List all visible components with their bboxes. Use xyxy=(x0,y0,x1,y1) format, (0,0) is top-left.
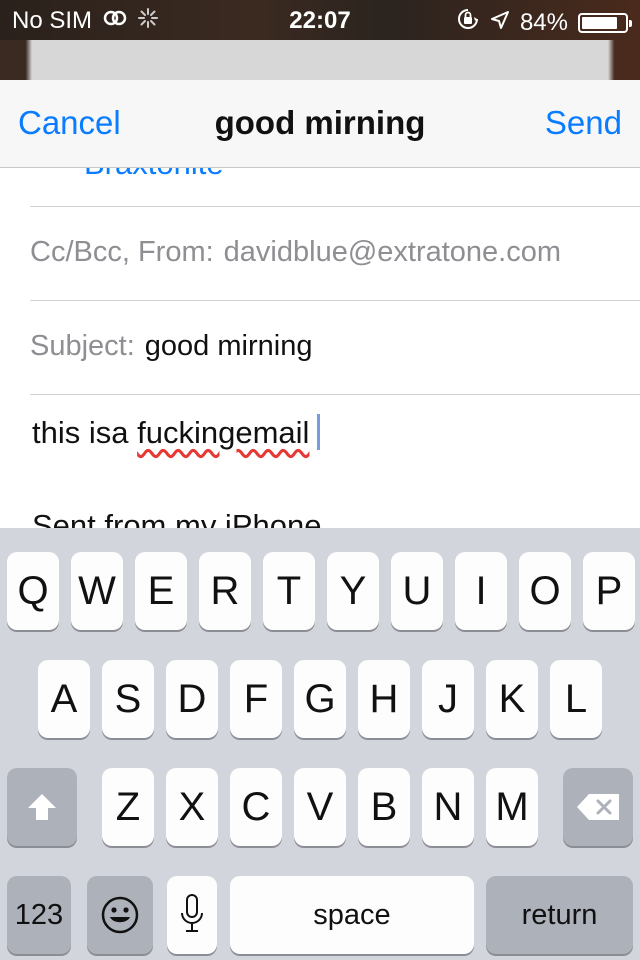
key-y[interactable]: Y xyxy=(327,552,379,630)
key-w[interactable]: W xyxy=(71,552,123,630)
key-z[interactable]: Z xyxy=(102,768,154,846)
key-n[interactable]: N xyxy=(422,768,474,846)
subject-label: Subject: xyxy=(30,330,135,362)
key-k[interactable]: K xyxy=(486,660,538,738)
key-j[interactable]: J xyxy=(422,660,474,738)
key-d[interactable]: D xyxy=(166,660,218,738)
compose-area[interactable]: Braxtonite Cc/Bcc, From: davidblue@extrat… xyxy=(0,168,640,528)
status-bar: No SIM 22:07 84% xyxy=(0,0,640,40)
key-t[interactable]: T xyxy=(263,552,315,630)
key-s[interactable]: S xyxy=(102,660,154,738)
microphone-icon xyxy=(181,894,203,932)
background-card xyxy=(0,40,640,80)
text-cursor xyxy=(317,414,321,450)
status-right: 84% xyxy=(456,7,632,38)
key-e[interactable]: E xyxy=(135,552,187,630)
dictation-key[interactable] xyxy=(167,876,217,954)
cc-from-field[interactable]: Cc/Bcc, From: davidblue@extratone.com xyxy=(30,236,561,269)
key-i[interactable]: I xyxy=(455,552,507,630)
cc-from-label: Cc/Bcc, From: xyxy=(30,236,214,268)
backspace-icon xyxy=(577,794,619,820)
numbers-key[interactable]: 123 xyxy=(7,876,71,954)
key-b[interactable]: B xyxy=(358,768,410,846)
send-button[interactable]: Send xyxy=(545,104,622,142)
divider xyxy=(30,394,640,395)
signature-text: Sent from my iPhone xyxy=(32,508,322,528)
key-p[interactable]: P xyxy=(583,552,635,630)
battery-icon xyxy=(578,12,632,33)
return-key[interactable]: return xyxy=(486,876,633,954)
key-v[interactable]: V xyxy=(294,768,346,846)
key-m[interactable]: M xyxy=(486,768,538,846)
keyboard: QWERTYUIOP ASDFGHJKL ZXCVBNM 123 space r… xyxy=(0,528,640,960)
emoji-key[interactable] xyxy=(87,876,153,954)
orientation-lock-icon xyxy=(456,7,480,38)
key-x[interactable]: X xyxy=(166,768,218,846)
from-value[interactable]: davidblue@extratone.com xyxy=(224,236,561,268)
divider xyxy=(30,300,640,301)
shift-key[interactable] xyxy=(7,768,77,846)
misspelled-word[interactable]: fuckingemail xyxy=(137,415,309,450)
body-text: this isa xyxy=(32,415,138,450)
key-u[interactable]: U xyxy=(391,552,443,630)
battery-percent: 84% xyxy=(519,8,568,36)
key-o[interactable]: O xyxy=(519,552,571,630)
to-recipient-partial[interactable]: Braxtonite xyxy=(84,168,224,182)
key-h[interactable]: H xyxy=(358,660,410,738)
key-g[interactable]: G xyxy=(294,660,346,738)
message-body[interactable]: this isa fuckingemail xyxy=(32,414,321,451)
location-arrow-icon xyxy=(490,9,510,37)
subject-value[interactable]: good mirning xyxy=(145,330,313,362)
subject-field[interactable]: Subject: good mirning xyxy=(30,330,312,363)
delete-key[interactable] xyxy=(563,768,633,846)
shift-arrow-icon xyxy=(28,794,56,820)
key-l[interactable]: L xyxy=(550,660,602,738)
key-a[interactable]: A xyxy=(38,660,90,738)
emoji-icon xyxy=(101,896,139,934)
key-q[interactable]: Q xyxy=(7,552,59,630)
navigation-bar: Cancel good mirning Send xyxy=(0,80,640,168)
key-r[interactable]: R xyxy=(199,552,251,630)
key-f[interactable]: F xyxy=(230,660,282,738)
space-key[interactable]: space xyxy=(230,876,474,954)
divider xyxy=(30,206,640,207)
key-c[interactable]: C xyxy=(230,768,282,846)
